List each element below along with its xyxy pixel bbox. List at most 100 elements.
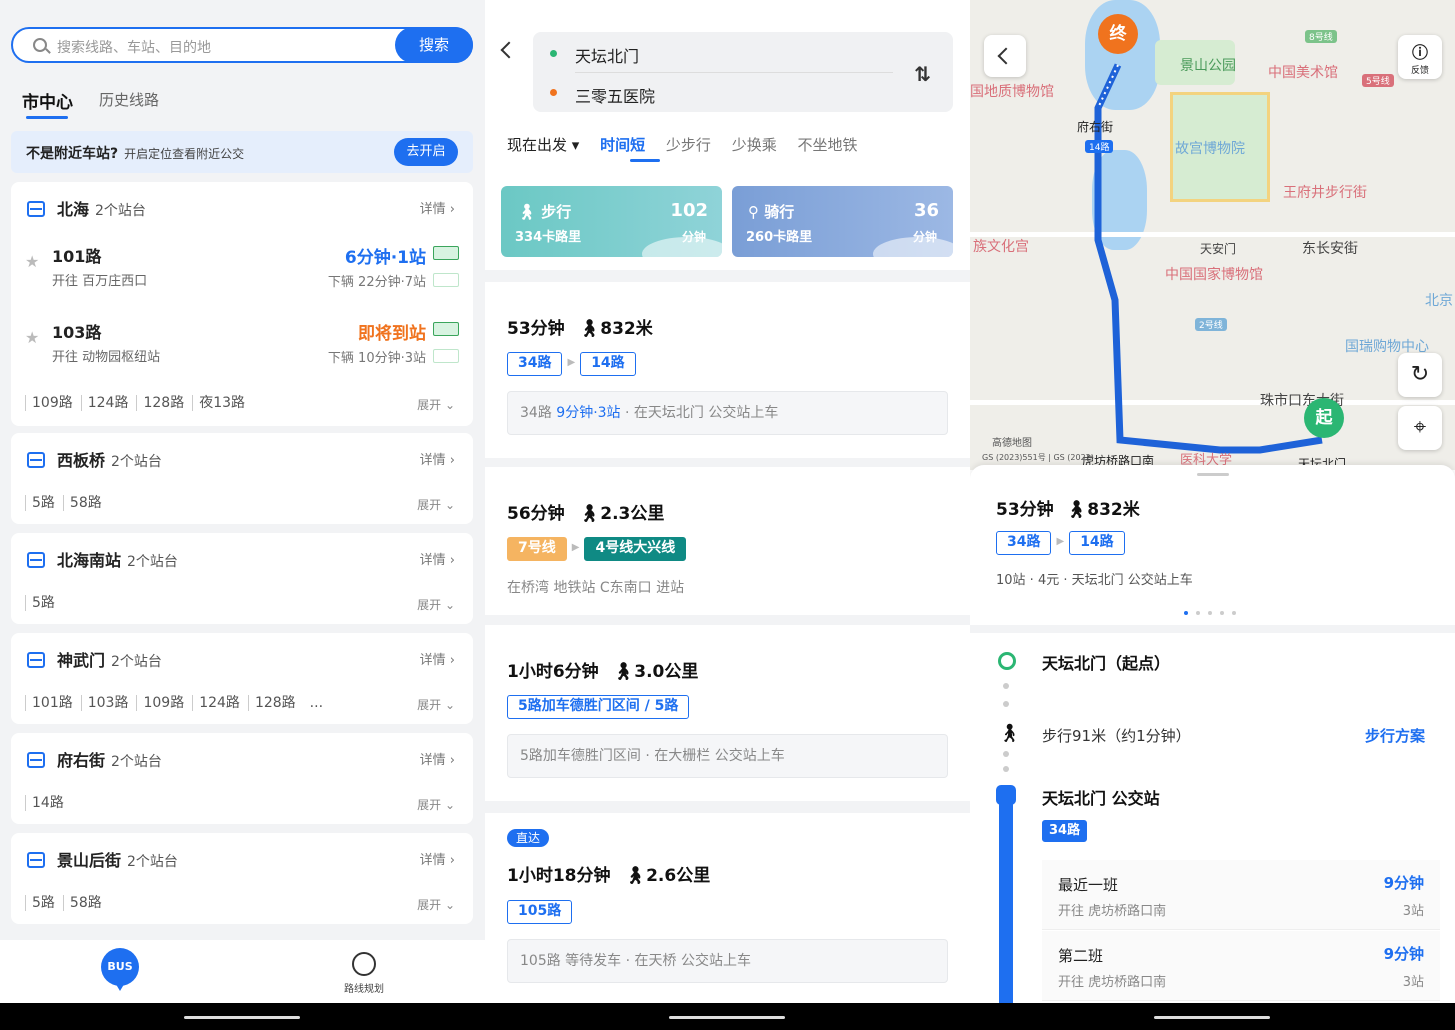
drag-handle[interactable] (1197, 473, 1229, 476)
station-name: 景山后街 (57, 851, 122, 870)
detail-link[interactable]: 详情 › (420, 749, 455, 768)
route-eta: 即将到站 (358, 324, 426, 344)
detail-link[interactable]: 详情 › (420, 649, 455, 668)
route-info: 34路 9分钟·3站 · 在天坛北门 公交站上车 (507, 391, 948, 435)
depart-time-filter[interactable]: 现在出发 ▾ (507, 136, 579, 154)
expand-link[interactable]: 展开 ⌄ (417, 696, 455, 713)
route-chip[interactable]: 109路 (25, 395, 79, 411)
home-indicator[interactable] (669, 1016, 785, 1019)
map-view[interactable]: 景山公园 中国美术馆 国地质博物馆 府右街 故宫博物院 王府井步行街 族文化宫 … (970, 0, 1455, 470)
expand-link[interactable]: 展开 ⌄ (417, 896, 455, 913)
route-row[interactable]: ★ 103路 开往 动物园枢纽站 即将到站 下辆 10分钟·3站 (25, 314, 459, 374)
station-card[interactable]: 北海 2个站台 详情 › ★ 101路 开往 百万庄西口 6分钟·1站 下辆 22… (11, 182, 473, 426)
route-plan-tab[interactable]: 路线规划 (334, 952, 394, 995)
station-name: 神武门 (57, 651, 106, 670)
start-marker[interactable]: 起 (1304, 398, 1344, 438)
detail-link[interactable]: 详情 › (420, 198, 455, 217)
tab-city-center[interactable]: 市中心 (22, 93, 73, 113)
bus-stops: 3站 (1402, 975, 1424, 990)
subway-line-badge: 2号线 (1195, 318, 1227, 331)
home-indicator[interactable] (1154, 1016, 1270, 1019)
destination-dot-icon (550, 89, 557, 96)
bike-option[interactable]: ⚲ 骑行 260卡路里 36 分钟 (732, 186, 953, 257)
home-indicator[interactable] (184, 1016, 300, 1019)
route-chip[interactable]: 124路 (80, 395, 135, 411)
refresh-button[interactable]: ↻ (1398, 353, 1442, 397)
bus-stop-icon (27, 752, 45, 768)
tab-history[interactable]: 历史线路 (99, 89, 159, 110)
expand-link[interactable]: 展开 ⌄ (417, 396, 455, 413)
locate-button[interactable]: ⌖ (1398, 406, 1442, 450)
swap-icon[interactable]: ⇅ (914, 62, 931, 86)
station-card[interactable]: 景山后街 2个站台 详情 › 5路 58路 展开 ⌄ (11, 833, 473, 924)
route-chip[interactable]: 103路 (80, 695, 135, 711)
end-marker[interactable]: 终 (1098, 14, 1138, 54)
expand-link[interactable]: 展开 ⌄ (417, 496, 455, 513)
route-option[interactable]: 56分钟 🚶︎2.3公里 7号线 ▶ 4号线大兴线 在桥湾 地铁站 C东南口 进站 (485, 467, 970, 615)
expand-link[interactable]: 展开 ⌄ (417, 596, 455, 613)
route-plan-label: 路线规划 (344, 984, 384, 995)
bus-stop-icon (27, 852, 45, 868)
route-number: 103路 (52, 323, 102, 342)
route-chip[interactable]: 夜13路 (192, 395, 251, 411)
route-chip[interactable]: 109路 (136, 695, 190, 711)
station-card[interactable]: 神武门 2个站台 详情 › 101路 103路 109路 124路 128路... 展开 … (11, 633, 473, 724)
direct-badge: 直达 (507, 829, 550, 847)
station-card[interactable]: 北海南站 2个站台 详情 › 5路 展开 ⌄ (11, 533, 473, 624)
route-eta: 6分钟·1站 (344, 248, 426, 268)
map-back-button[interactable] (984, 35, 1026, 77)
search-button[interactable]: 搜索 (395, 27, 473, 63)
route-row[interactable]: ★ 101路 开往 百万庄西口 6分钟·1站 下辆 22分钟·7站 (25, 238, 459, 298)
map-label: 府右街 (1077, 120, 1114, 134)
filter-fewer-transfers[interactable]: 少换乘 (732, 136, 777, 154)
route-option[interactable]: 直达 1小时18分钟 🚶︎2.6公里 105路 105路 等待发车 · 在天桥 公… (485, 813, 970, 1003)
route-option[interactable]: 53分钟 🚶︎832米 34路 ▶ 14路 34路 9分钟·3站 · 在天坛北门 公交… (485, 282, 970, 458)
route-chip[interactable]: 14路 (25, 795, 70, 811)
dot (1003, 751, 1009, 757)
crowd-icon (433, 246, 459, 260)
route-tag: 5路加车德胜门区间 / 5路 (507, 695, 690, 719)
route-chip[interactable]: 58路 (62, 895, 108, 911)
info-line: 34路 (520, 405, 552, 421)
route-chip[interactable]: 128路 (136, 395, 190, 411)
station-card[interactable]: 府右街 2个站台 详情 › 14路 展开 ⌄ (11, 733, 473, 824)
bus-direction: 开往 虎坊桥路口南 (1058, 904, 1167, 919)
star-icon[interactable]: ★ (25, 328, 39, 347)
feedback-button[interactable]: ⓘ 反馈 (1398, 35, 1442, 79)
route-chip[interactable]: 5路 (25, 895, 61, 911)
expand-link[interactable]: 展开 ⌄ (417, 796, 455, 813)
search-input[interactable]: 搜索线路、车站、目的地 (57, 37, 211, 57)
route-chip[interactable]: 124路 (192, 695, 246, 711)
filter-shortest-time[interactable]: 时间短 (600, 136, 645, 154)
enable-location-button[interactable]: 去开启 (394, 138, 458, 166)
crowd-icon (433, 273, 459, 287)
detail-link[interactable]: 详情 › (420, 849, 455, 868)
origin-destination-box[interactable]: 天坛北门 三零五医院 ⇅ (533, 32, 953, 112)
route-detail-screen: 景山公园 中国美术馆 国地质博物馆 府右街 故宫博物院 王府井步行街 族文化宫 … (970, 0, 1455, 1003)
walk-plan-link[interactable]: 步行方案 (1365, 725, 1425, 746)
route-chip[interactable]: 58路 (62, 495, 108, 511)
search-bar[interactable]: 搜索线路、车站、目的地 搜索 (11, 27, 473, 63)
filter-less-walk[interactable]: 少步行 (666, 136, 711, 154)
detail-link[interactable]: 详情 › (420, 549, 455, 568)
platform-count: 2个站台 (95, 203, 146, 219)
route-chip[interactable]: 101路 (25, 695, 79, 711)
detail-link[interactable]: 详情 › (420, 449, 455, 468)
chevron-right-icon: ▶ (1056, 536, 1065, 547)
origin-field[interactable]: 天坛北门 (575, 43, 639, 67)
bus-tab[interactable]: BUS (101, 948, 139, 991)
walk-option[interactable]: 🚶︎ 步行 334卡路里 102 分钟 (501, 186, 722, 257)
crowd-icon (433, 322, 459, 336)
route-option[interactable]: 1小时6分钟 🚶︎3.0公里 5路加车德胜门区间 / 5路 5路加车德胜门区间 ·… (485, 625, 970, 801)
bike-calories: 260卡路里 (746, 230, 813, 245)
route-chip[interactable]: 5路 (25, 595, 61, 611)
station-card[interactable]: 西板桥 2个站台 详情 › 5路 58路 展开 ⌄ (11, 433, 473, 524)
route-info: 在桥湾 地铁站 C东南口 进站 (507, 580, 685, 596)
filter-no-subway[interactable]: 不坐地铁 (797, 136, 857, 154)
destination-field[interactable]: 三零五医院 (575, 83, 655, 107)
route-chip[interactable]: 5路 (25, 495, 61, 511)
star-icon[interactable]: ★ (25, 252, 39, 271)
route-chip[interactable]: 128路 (247, 695, 302, 711)
page-dots[interactable] (1184, 600, 1244, 619)
map-label: 天安门 (1200, 242, 1237, 256)
